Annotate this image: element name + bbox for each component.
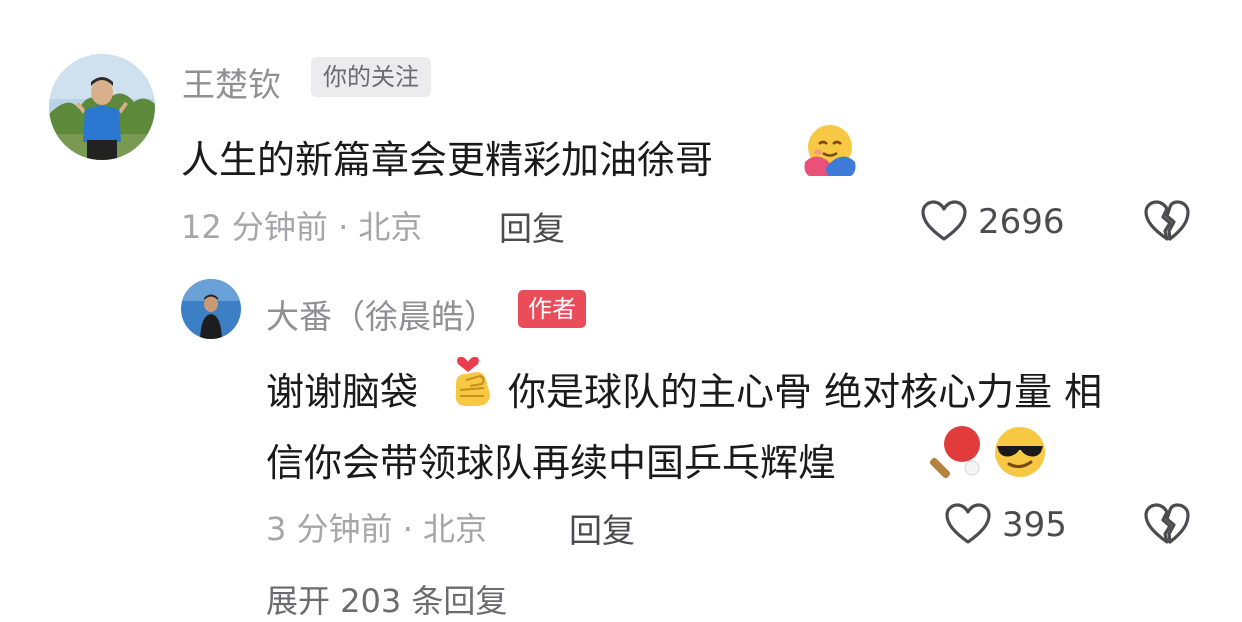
broken-heart-icon[interactable] <box>1143 502 1191 550</box>
broken-heart-icon[interactable] <box>1143 199 1191 247</box>
reply-to-reply-button[interactable]: 回复 <box>569 504 635 552</box>
commenter-avatar[interactable] <box>49 54 155 160</box>
reply-like-count: 395 <box>1002 505 1067 545</box>
reply-button[interactable]: 回复 <box>499 202 565 250</box>
author-name[interactable]: 大番（徐晨皓） <box>266 290 497 338</box>
reply-text-line-1b: 你是球队的主心骨 绝对核心力量 相 <box>508 370 1103 414</box>
author-badge: 作者 <box>518 290 586 328</box>
commenter-name[interactable]: 王楚钦 <box>182 58 281 106</box>
hugging-face-icon <box>801 120 859 182</box>
heart-icon[interactable] <box>944 502 992 550</box>
reply-meta: 3 分钟前 · 北京 <box>266 510 488 548</box>
comment-text: 人生的新篇章会更精彩加油徐哥 <box>181 138 714 182</box>
following-badge: 你的关注 <box>311 57 431 97</box>
expand-replies-link[interactable]: 展开 203 条回复 <box>266 576 507 622</box>
comment-meta: 12 分钟前 · 北京 <box>181 208 423 246</box>
finger-heart-icon <box>446 350 498 412</box>
reply-text-line-1a: 谢谢脑袋 <box>266 370 419 414</box>
ping-pong-icon <box>928 424 986 484</box>
like-count: 2696 <box>978 202 1065 242</box>
reply-text-line-2: 信你会带领球队再续中国乒乓辉煌 <box>266 441 837 485</box>
author-avatar[interactable] <box>181 279 241 339</box>
heart-icon[interactable] <box>920 199 968 247</box>
sunglasses-face-icon <box>991 424 1049 484</box>
